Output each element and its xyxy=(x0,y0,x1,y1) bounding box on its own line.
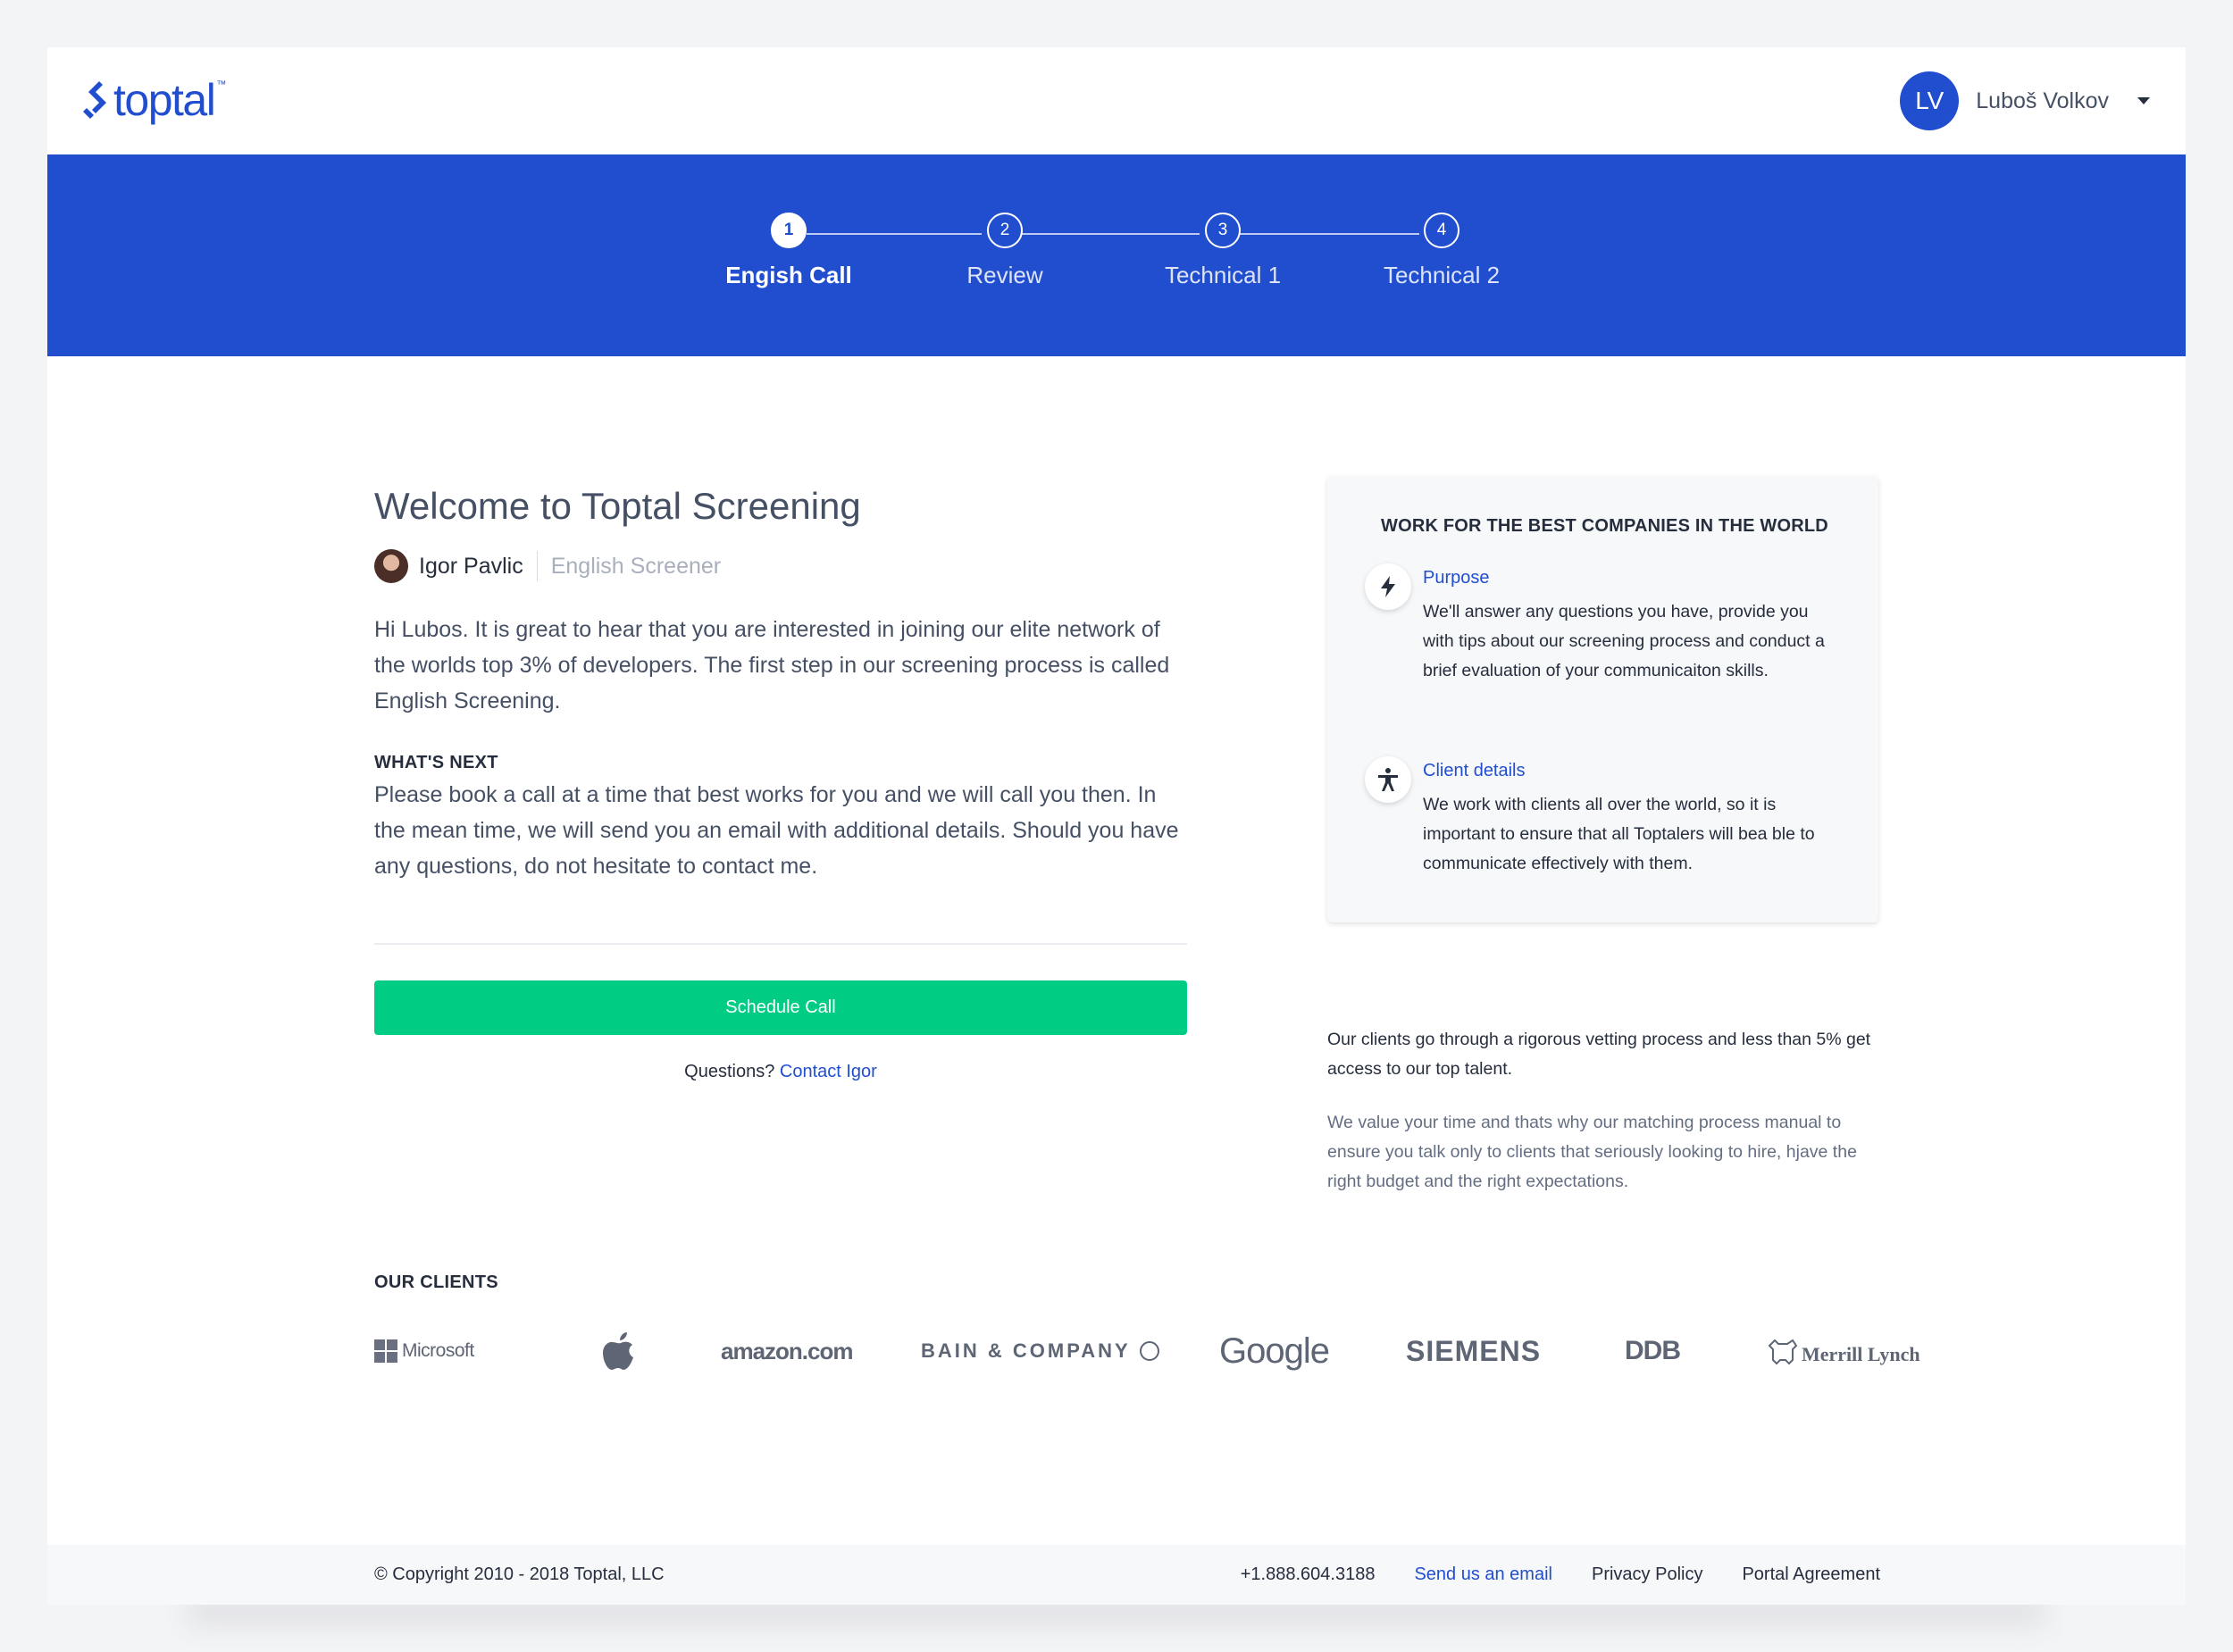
client-logo-microsoft: Microsoft xyxy=(374,1320,474,1382)
bull-icon xyxy=(1768,1339,1798,1365)
step-technical-1[interactable]: 3 Technical 1 xyxy=(1133,213,1312,289)
copyright: © Copyright 2010 - 2018 Toptal, LLC xyxy=(374,1564,665,1584)
microsoft-windows-icon xyxy=(374,1339,397,1363)
screener-name: Igor Pavlic xyxy=(419,553,523,579)
step-english-call[interactable]: 1 Engish Call xyxy=(699,213,878,289)
lightning-icon xyxy=(1365,563,1411,610)
send-email-link[interactable]: Send us an email xyxy=(1414,1564,1552,1585)
step-number: 2 xyxy=(987,213,1023,248)
phone-number[interactable]: +1.888.604.3188 xyxy=(1241,1564,1376,1585)
companies-card: WORK FOR THE BEST COMPANIES IN THE WORLD… xyxy=(1327,476,1878,922)
logo-trademark: ™ xyxy=(216,79,227,90)
client-logo-siemens: SIEMENS xyxy=(1406,1334,1542,1367)
whats-next-text: Please book a call at a time that best w… xyxy=(374,782,1179,879)
step-technical-2[interactable]: 4 Technical 2 xyxy=(1352,213,1531,289)
intro-text: Hi Lubos. It is great to hear that you a… xyxy=(374,617,1170,713)
step-number: 1 xyxy=(771,213,807,248)
clients-title: OUR CLIENTS xyxy=(374,1272,498,1292)
page-title: Welcome to Toptal Screening xyxy=(374,485,861,527)
schedule-call-button[interactable]: Schedule Call xyxy=(374,980,1187,1035)
matching-note: We value your time and thats why our mat… xyxy=(1327,1113,1857,1191)
client-logo-amazon: amazon.com xyxy=(721,1337,853,1364)
card-title: WORK FOR THE BEST COMPANIES IN THE WORLD xyxy=(1381,516,1828,536)
step-label: Technical 1 xyxy=(1164,262,1282,288)
logo-text: toptal xyxy=(113,75,216,125)
client-logos: Microsoft amazon.com BAIN & COMPANY Goog… xyxy=(374,1320,1920,1382)
client-logo-merrill-lynch: Merrill Lynch xyxy=(1768,1320,1920,1382)
app-window: toptal ™ LV Luboš Volkov 1 Engish Call 2… xyxy=(47,47,2186,1605)
toptal-logo[interactable]: toptal ™ xyxy=(81,74,226,126)
step-label: Review xyxy=(966,262,1043,288)
screening-progress-banner: 1 Engish Call 2 Review 3 Technical 1 4 T… xyxy=(47,154,2186,356)
user-name[interactable]: Luboš Volkov xyxy=(1976,88,2109,114)
apple-icon xyxy=(603,1332,633,1370)
feature-title: Purpose xyxy=(1423,568,1490,588)
questions-line: Questions? Contact Igor xyxy=(374,1062,1187,1082)
client-logo-ddb: DDB xyxy=(1625,1336,1681,1365)
divider xyxy=(536,551,538,581)
toptal-logo-mark-icon xyxy=(83,81,106,119)
step-label: Engish Call xyxy=(725,262,852,288)
contact-igor-link[interactable]: Contact Igor xyxy=(780,1062,877,1081)
feature-title: Client details xyxy=(1423,761,1526,780)
screener-role: English Screener xyxy=(550,553,722,579)
welcome-section: Welcome to Toptal Screening Igor Pavlic … xyxy=(374,485,1187,1082)
feature-text: We work with clients all over the world,… xyxy=(1423,795,1815,873)
chevron-down-icon[interactable] xyxy=(2137,97,2150,104)
vetting-note: Our clients go through a rigorous vettin… xyxy=(1327,1030,1871,1079)
step-number: 3 xyxy=(1205,213,1241,248)
questions-label: Questions? xyxy=(684,1062,775,1081)
client-logo-apple xyxy=(603,1320,639,1382)
top-bar: toptal ™ LV Luboš Volkov xyxy=(47,47,2186,154)
screener-info: Igor Pavlic English Screener xyxy=(374,549,1187,583)
client-logo-bain: BAIN & COMPANY xyxy=(921,1320,1159,1382)
privacy-policy-link[interactable]: Privacy Policy xyxy=(1592,1564,1702,1585)
footer-links: +1.888.604.3188 Send us an email Privacy… xyxy=(1201,1564,1880,1585)
avatar[interactable]: LV xyxy=(1900,71,1960,130)
step-label: Technical 2 xyxy=(1383,262,1501,288)
feature-text: We'll answer any questions you have, pro… xyxy=(1423,602,1825,680)
clock-icon xyxy=(1139,1341,1159,1361)
footer: © Copyright 2010 - 2018 Toptal, LLC +1.8… xyxy=(47,1545,2186,1605)
accessibility-person-icon xyxy=(1365,756,1411,803)
step-review[interactable]: 2 Review xyxy=(916,213,1094,289)
client-logo-google: Google xyxy=(1219,1331,1330,1371)
screener-avatar xyxy=(374,549,408,583)
section-divider xyxy=(374,943,1187,945)
whats-next-heading: WHAT'S NEXT xyxy=(374,753,498,772)
user-menu[interactable]: LV Luboš Volkov xyxy=(1900,71,2150,130)
step-number: 4 xyxy=(1424,213,1459,248)
portal-agreement-link[interactable]: Portal Agreement xyxy=(1742,1564,1880,1585)
